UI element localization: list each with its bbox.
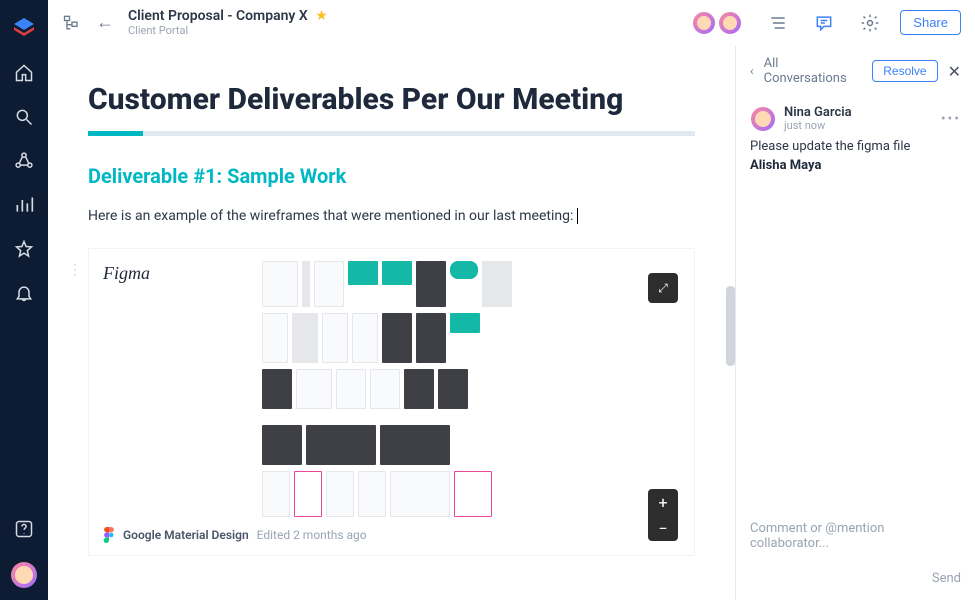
app-logo[interactable]	[12, 16, 36, 40]
heading-1[interactable]: Customer Deliverables Per Our Meeting	[88, 82, 695, 117]
figma-logo-icon	[103, 527, 115, 543]
embed-footer: Google Material Design Edited 2 months a…	[103, 527, 680, 543]
document-body[interactable]: ⋮⋮ Customer Deliverables Per Our Meeting…	[48, 46, 735, 600]
mention[interactable]: Alisha Maya	[750, 158, 821, 173]
paragraph[interactable]: Here is an example of the wireframes tha…	[88, 208, 695, 224]
doc-title: Client Proposal - Company X	[128, 8, 308, 24]
list-icon[interactable]	[768, 13, 788, 33]
compose-placeholder[interactable]: Comment or @mention collaborator...	[750, 521, 961, 551]
expand-icon[interactable]: ⤢	[648, 273, 678, 303]
heading-underline	[88, 131, 695, 136]
resolve-button[interactable]: Resolve	[872, 60, 937, 82]
send-button[interactable]: Send	[750, 571, 961, 586]
comment-item[interactable]: Nina Garcia just now ••• Please update t…	[736, 96, 975, 185]
close-icon[interactable]: ✕	[948, 62, 961, 81]
left-nav	[0, 0, 48, 600]
analytics-icon[interactable]	[13, 194, 35, 216]
doc-title-block[interactable]: Client Proposal - Company X ★ Client Por…	[128, 8, 328, 38]
search-icon[interactable]	[13, 106, 35, 128]
text-cursor	[573, 208, 577, 224]
avatar[interactable]	[692, 11, 716, 35]
outline-icon[interactable]	[62, 13, 82, 33]
figma-thumbnail-grid	[262, 261, 522, 517]
network-icon[interactable]	[13, 150, 35, 172]
avatar	[750, 106, 776, 132]
more-icon[interactable]: •••	[941, 111, 961, 127]
scrollbar[interactable]	[726, 286, 735, 366]
comment-composer[interactable]: Comment or @mention collaborator... Send	[736, 511, 975, 600]
chevron-left-icon[interactable]: ‹	[750, 64, 754, 78]
embed-edited-time: Edited 2 months ago	[257, 528, 367, 542]
heading-2[interactable]: Deliverable #1: Sample Work	[88, 164, 695, 188]
comments-sidebar: ‹ All Conversations Resolve ✕ Nina Garci…	[735, 46, 975, 600]
starred-icon[interactable]: ★	[315, 8, 328, 24]
main-area: ← Client Proposal - Company X ★ Client P…	[48, 0, 975, 600]
comment-body: Please update the figma file Alisha Maya	[750, 138, 961, 174]
doc-subtitle: Client Portal	[128, 24, 328, 37]
embed-provider-label: Figma	[103, 263, 150, 284]
comment-time: just now	[784, 120, 933, 132]
zoom-out-icon[interactable]: −	[648, 515, 678, 541]
back-button[interactable]: ←	[96, 12, 114, 33]
back-to-conversations[interactable]: All Conversations	[764, 56, 863, 86]
comment-author: Nina Garcia	[784, 106, 933, 120]
embed-file-name[interactable]: Google Material Design	[123, 528, 249, 542]
zoom-in-icon[interactable]: +	[648, 489, 678, 515]
comment-icon[interactable]	[814, 13, 834, 33]
help-icon[interactable]	[13, 518, 35, 540]
figma-embed[interactable]: Figma ⤢	[88, 248, 695, 556]
avatar[interactable]	[718, 11, 742, 35]
share-button[interactable]: Share	[900, 10, 961, 35]
zoom-controls[interactable]: + −	[648, 489, 678, 541]
profile-avatar[interactable]	[11, 562, 37, 588]
presence-avatars[interactable]	[692, 11, 742, 35]
settings-icon[interactable]	[860, 13, 880, 33]
star-icon[interactable]	[13, 238, 35, 260]
home-icon[interactable]	[13, 62, 35, 84]
bell-icon[interactable]	[13, 282, 35, 304]
top-bar: ← Client Proposal - Company X ★ Client P…	[48, 0, 975, 46]
